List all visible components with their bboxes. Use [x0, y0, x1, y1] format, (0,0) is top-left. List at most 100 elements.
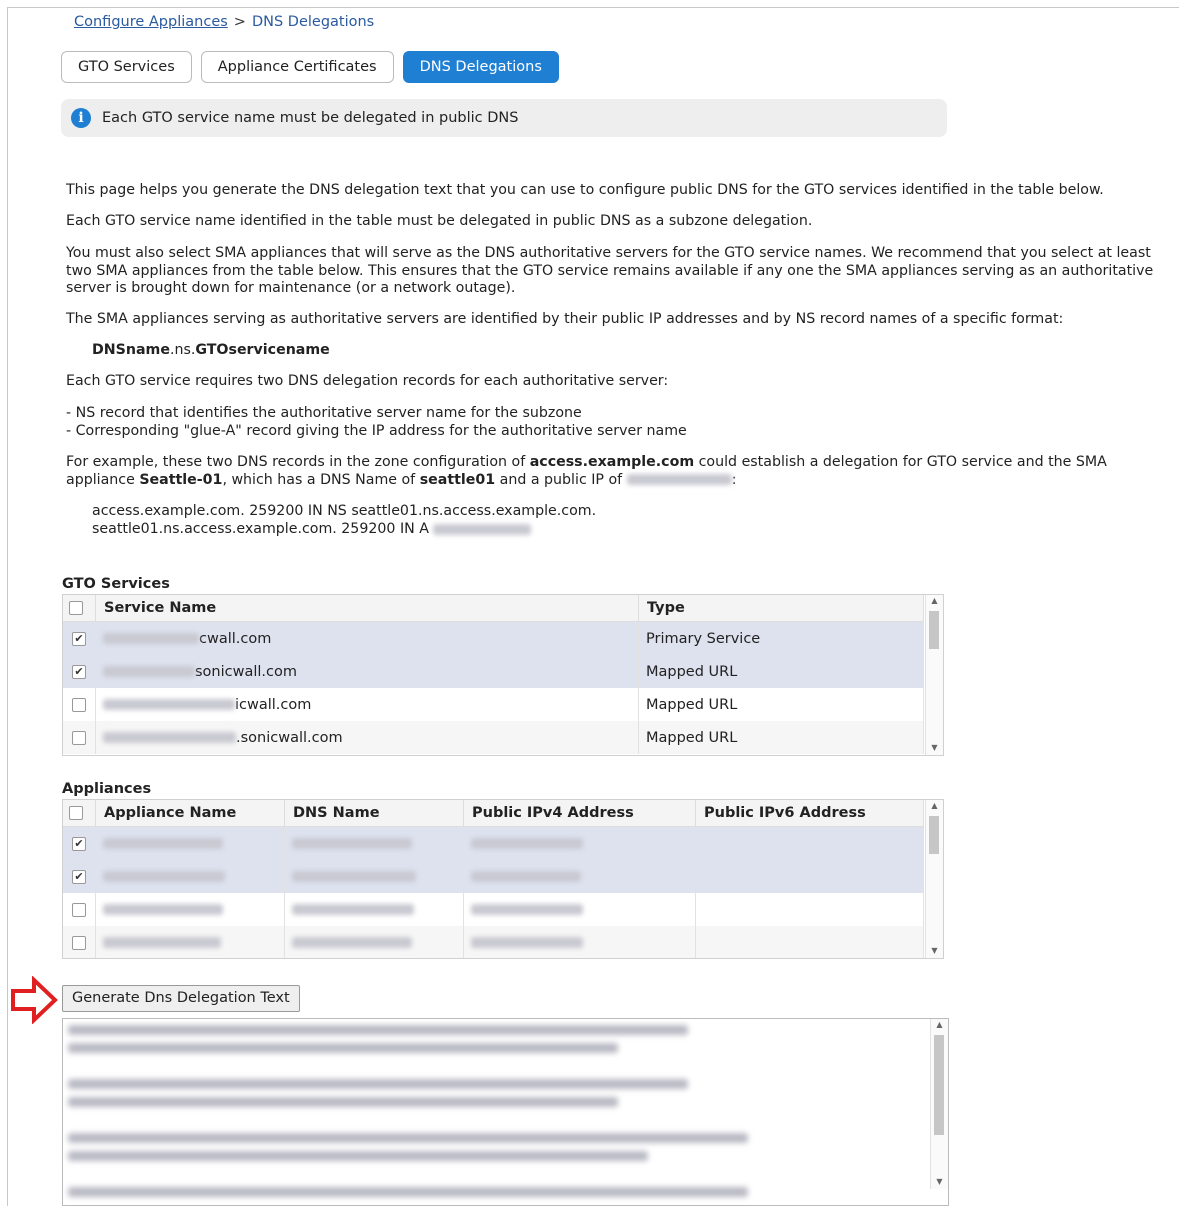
column-header-public-ipv6[interactable]: Public IPv6 Address	[695, 800, 924, 827]
select-all-checkbox[interactable]	[69, 806, 83, 820]
service-name-cell: .sonicwall.com	[95, 721, 639, 754]
redacted-ip	[626, 474, 732, 485]
generate-dns-delegation-text-button[interactable]: Generate Dns Delegation Text	[62, 985, 300, 1012]
redacted-text	[471, 871, 581, 882]
info-icon: i	[71, 108, 91, 128]
table-scrollbar[interactable]: ▲ ▼	[925, 800, 943, 958]
description-paragraph: This page helps you generate the DNS del…	[66, 182, 1104, 198]
breadcrumb-current: DNS Delegations	[251, 14, 375, 30]
row-checkbox[interactable]	[72, 697, 86, 712]
dns-name-cell	[284, 826, 464, 860]
ns-format: DNSname.ns.GTOservicename	[92, 342, 330, 360]
appliance-name-cell	[95, 893, 285, 926]
appliance-name-cell	[95, 826, 285, 860]
service-name-text: .sonicwall.com	[236, 729, 343, 746]
scrollbar-thumb[interactable]	[934, 1035, 944, 1135]
redacted-text	[103, 871, 225, 882]
type-cell: Mapped URL	[638, 655, 924, 688]
scroll-up-icon[interactable]: ▲	[931, 1020, 948, 1029]
redacted-text	[103, 838, 223, 849]
row-checkbox-cell	[63, 926, 96, 958]
select-all-checkbox[interactable]	[69, 601, 83, 615]
service-name-text: sonicwall.com	[195, 663, 297, 680]
redacted-text	[103, 633, 199, 644]
scroll-up-icon[interactable]: ▲	[926, 801, 943, 810]
table-row[interactable]: ✔	[63, 826, 924, 860]
delegation-text-output[interactable]: ▲ ▼	[62, 1018, 949, 1206]
scrollbar-thumb[interactable]	[929, 611, 939, 649]
dns-name-cell	[284, 860, 464, 893]
redacted-ip	[433, 523, 532, 535]
text-span: access.example.com	[529, 454, 695, 470]
column-header-service-name[interactable]: Service Name	[95, 595, 639, 622]
scroll-down-icon[interactable]: ▼	[926, 946, 943, 955]
text-span: For example, these two DNS records in th…	[66, 454, 530, 470]
row-checkbox[interactable]: ✔	[72, 869, 86, 884]
redacted-text	[292, 871, 416, 882]
breadcrumb-separator: >	[233, 14, 246, 30]
row-checkbox[interactable]: ✔	[72, 631, 86, 646]
textarea-scrollbar[interactable]: ▲ ▼	[930, 1019, 948, 1189]
redacted-text	[103, 904, 223, 915]
appliance-name-cell	[95, 860, 285, 893]
service-name-cell: sonicwall.com	[95, 655, 639, 688]
appliances-heading: Appliances	[62, 781, 152, 797]
tab-dns-delegations[interactable]: DNS Delegations	[402, 51, 559, 83]
description-paragraph: Each GTO service requires two DNS delega…	[66, 373, 669, 389]
redacted-text	[471, 904, 583, 915]
row-checkbox-cell: ✔	[63, 655, 96, 688]
service-name-cell: cwall.com	[95, 621, 639, 655]
description-paragraph: You must also select SMA appliances that…	[66, 245, 1176, 298]
redacted-text	[68, 1133, 748, 1143]
column-header-public-ipv4[interactable]: Public IPv4 Address	[463, 800, 696, 827]
redacted-text	[68, 1079, 688, 1089]
ipv6-cell	[695, 926, 924, 958]
scroll-down-icon[interactable]: ▼	[931, 1177, 948, 1186]
row-checkbox-cell: ✔	[63, 826, 96, 860]
select-all-cell	[63, 800, 96, 827]
gto-services-table: Service Name Type ✔ cwall.com Primary Se…	[62, 594, 944, 756]
row-checkbox[interactable]	[72, 935, 86, 950]
scrollbar-thumb[interactable]	[929, 816, 939, 854]
breadcrumb: Configure Appliances > DNS Delegations	[74, 14, 374, 30]
ipv6-cell	[695, 893, 924, 926]
tab-bar: GTO Services Appliance Certificates DNS …	[61, 51, 559, 83]
table-row[interactable]	[63, 926, 924, 958]
breadcrumb-link-configure-appliances[interactable]: Configure Appliances	[74, 14, 228, 30]
table-row[interactable]: .sonicwall.com Mapped URL	[63, 721, 924, 754]
table-row[interactable]: ✔ sonicwall.com Mapped URL	[63, 655, 924, 688]
redacted-text	[68, 1043, 618, 1053]
gto-services-heading: GTO Services	[62, 576, 170, 592]
column-header-dns-name[interactable]: DNS Name	[284, 800, 464, 827]
appliance-name-cell	[95, 926, 285, 958]
text-line: For example, these two DNS records in th…	[66, 454, 1107, 472]
select-all-cell	[63, 595, 96, 622]
row-checkbox[interactable]	[72, 730, 86, 745]
text-line: appliance Seattle-01, which has a DNS Na…	[66, 472, 1107, 490]
tab-gto-services[interactable]: GTO Services	[61, 51, 192, 83]
example-record: access.example.com. 259200 IN NS seattle…	[92, 503, 597, 519]
table-row[interactable]: ✔	[63, 860, 924, 893]
example-paragraph: For example, these two DNS records in th…	[66, 454, 1107, 489]
row-checkbox-cell	[63, 893, 96, 926]
text-span: Seattle-01	[139, 471, 223, 488]
text-span: :	[731, 471, 737, 488]
row-checkbox[interactable]	[72, 902, 86, 917]
table-header-row: Service Name Type	[63, 595, 924, 622]
row-checkbox[interactable]: ✔	[72, 664, 86, 679]
dns-name-cell	[284, 926, 464, 958]
table-scrollbar[interactable]: ▲ ▼	[925, 595, 943, 755]
tab-appliance-certificates[interactable]: Appliance Certificates	[200, 51, 394, 83]
redacted-text	[103, 666, 195, 677]
table-header-row: Appliance Name DNS Name Public IPv4 Addr…	[63, 800, 924, 827]
scroll-down-icon[interactable]: ▼	[926, 743, 943, 752]
table-row[interactable]: ✔ cwall.com Primary Service	[63, 621, 924, 655]
column-header-type[interactable]: Type	[638, 595, 924, 622]
table-row[interactable]: icwall.com Mapped URL	[63, 688, 924, 721]
redacted-text	[68, 1025, 688, 1035]
table-row[interactable]	[63, 893, 924, 926]
row-checkbox[interactable]: ✔	[72, 836, 86, 851]
column-header-appliance-name[interactable]: Appliance Name	[95, 800, 285, 827]
scroll-up-icon[interactable]: ▲	[926, 596, 943, 605]
text-span: could establish a delegation for GTO ser…	[694, 454, 1107, 470]
